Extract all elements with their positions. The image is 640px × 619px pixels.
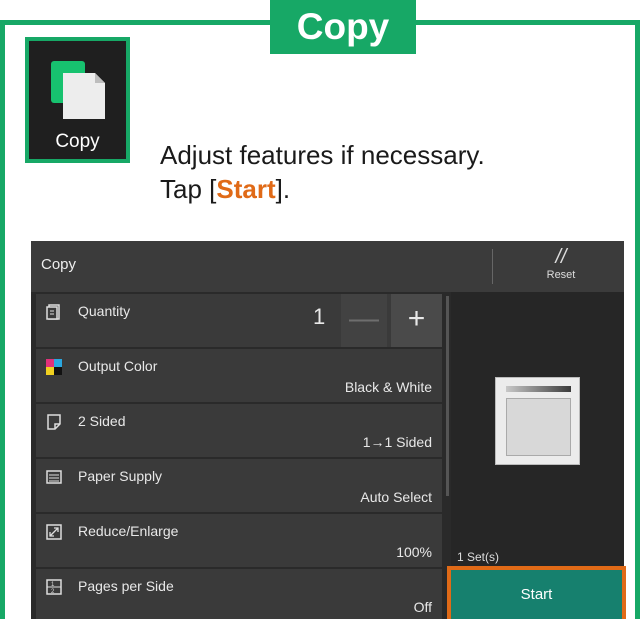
pages-per-side-icon: 12	[46, 579, 62, 595]
output-color-icon	[46, 359, 62, 375]
screen-header: Copy // Reset	[31, 241, 624, 292]
feature-item-output-color[interactable]: Output Color Black & White	[36, 349, 442, 404]
sets-count: 1 Set(s)	[457, 550, 500, 564]
quantity-value: 1	[313, 304, 326, 329]
feature-label: Reduce/Enlarge	[78, 523, 179, 539]
preview-gradient-bar	[506, 386, 571, 392]
page-preview-thumbnail	[495, 377, 580, 465]
reset-button[interactable]: // Reset	[531, 247, 591, 287]
feature-value: 100%	[396, 544, 432, 560]
green-frame-left	[0, 20, 5, 619]
feature-value: Off	[413, 599, 432, 615]
feature-item-paper-supply[interactable]: Paper Supply Auto Select	[36, 459, 442, 514]
instruction-line-1: Adjust features if necessary.	[160, 140, 485, 170]
feature-item-quantity: Quantity 1 — +	[36, 294, 442, 349]
quantity-plus-button[interactable]: +	[391, 294, 442, 347]
preview-page-area	[506, 398, 571, 456]
feature-value: Auto Select	[360, 489, 432, 505]
header-divider	[492, 249, 493, 284]
printer-screen: Copy // Reset Quantity 1 — + Output Colo…	[31, 241, 624, 619]
instruction-text: Adjust features if necessary. Tap [Start…	[160, 138, 485, 206]
copy-document-icon	[51, 61, 105, 119]
feature-label: Paper Supply	[78, 468, 163, 484]
reset-label: Reset	[546, 269, 576, 281]
start-button[interactable]: Start	[447, 566, 626, 619]
feature-value: 1→1 Sided	[362, 434, 432, 450]
instruction-suffix: ].	[275, 174, 291, 204]
quantity-icon	[46, 304, 60, 320]
instruction-line-2: Tap [Start].	[160, 172, 485, 206]
feature-item-reduce-enlarge[interactable]: Reduce/Enlarge 100%	[36, 514, 442, 569]
page-title-badge: Copy	[270, 0, 416, 54]
feature-value: Black & White	[344, 379, 432, 395]
quantity-minus-button[interactable]: —	[341, 294, 387, 347]
feature-label: Output Color	[78, 358, 158, 374]
feature-list: Quantity 1 — + Output Color Black & Whit…	[36, 294, 442, 619]
paper-supply-icon	[46, 470, 62, 484]
feature-label: 2 Sided	[78, 413, 126, 429]
app-icon-label: Copy	[55, 131, 100, 152]
reduce-enlarge-icon	[46, 524, 62, 540]
instruction-prefix: Tap [	[160, 174, 217, 204]
feature-item-2-sided[interactable]: 2 Sided 1→1 Sided	[36, 404, 442, 459]
instruction-start-emphasis: Start	[216, 174, 276, 204]
reset-icon: //	[555, 246, 567, 268]
feature-label: Pages per Side	[78, 578, 174, 594]
screen-title: Copy	[41, 256, 77, 273]
green-frame-top	[416, 20, 640, 25]
green-frame-right	[635, 20, 640, 619]
feature-item-pages-per-side[interactable]: 12 Pages per Side Off	[36, 569, 442, 619]
feature-label: Quantity	[78, 303, 131, 319]
two-sided-icon	[47, 414, 61, 430]
copy-app-icon[interactable]: Copy	[25, 37, 130, 163]
feature-list-scrollbar[interactable]	[446, 296, 449, 496]
green-frame-top	[0, 20, 270, 25]
